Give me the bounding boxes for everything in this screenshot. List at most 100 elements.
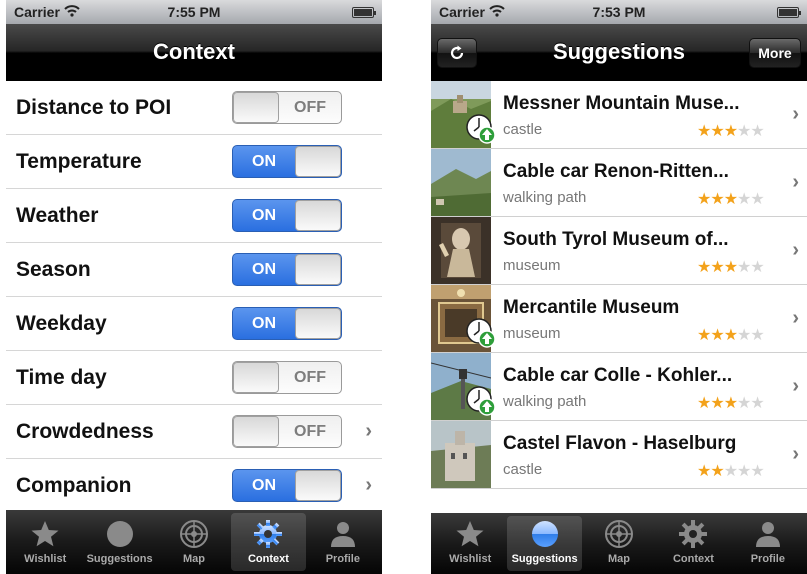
- toggle-knob: [233, 92, 279, 123]
- circle-icon: [104, 518, 136, 550]
- toggle-state-text: ON: [252, 260, 276, 278]
- star-filled-icon: ★: [723, 395, 738, 412]
- suggestion-row[interactable]: Messner Mountain Muse... castle ★★★★★ ›: [431, 81, 807, 149]
- tab-map[interactable]: Map: [582, 516, 656, 571]
- wifi-icon: [64, 4, 80, 20]
- context-settings-list: Distance to POI OFF Temperature ON Weather ON…: [6, 81, 382, 513]
- gear-icon: [252, 518, 284, 550]
- setting-label: Distance to POI: [16, 95, 172, 119]
- context-screen: Carrier 7:55 PM Context Distance to POI O…: [6, 0, 382, 574]
- toggle-knob: [295, 308, 341, 339]
- chevron-right-icon[interactable]: ›: [365, 420, 372, 443]
- star-rating: ★★★★★: [697, 257, 765, 277]
- carrier-label: Carrier: [14, 4, 60, 20]
- suggestion-category: castle: [503, 461, 543, 478]
- suggestion-title: Cable car Renon-Ritten...: [503, 161, 729, 182]
- star-empty-icon: ★: [737, 123, 751, 140]
- setting-row: Crowdedness OFF ›: [6, 405, 382, 459]
- star-empty-icon: ★: [737, 463, 751, 480]
- navigation-bar: Suggestions More: [431, 24, 807, 81]
- toggle-switch[interactable]: ON: [232, 145, 342, 178]
- radar-icon: [603, 518, 635, 550]
- suggestions-screen: Carrier 7:53 PM Suggestions More Messner…: [431, 0, 807, 574]
- star-rating: ★★★★★: [697, 189, 765, 209]
- status-bar: Carrier 7:53 PM: [431, 0, 807, 24]
- toggle-switch[interactable]: ON: [232, 199, 342, 232]
- tab-context[interactable]: Context: [656, 516, 730, 571]
- setting-row: Season ON: [6, 243, 382, 297]
- setting-label: Time day: [16, 365, 107, 389]
- refresh-icon: [450, 45, 464, 60]
- tab-map[interactable]: Map: [157, 513, 231, 571]
- more-button[interactable]: More: [749, 38, 801, 68]
- suggestion-row[interactable]: South Tyrol Museum of... museum ★★★★★ ›: [431, 217, 807, 285]
- suggestion-title: Mercantile Museum: [503, 297, 680, 318]
- chevron-right-icon: ›: [792, 171, 799, 193]
- person-icon: [752, 518, 784, 550]
- suggestion-category: museum: [503, 325, 561, 342]
- toggle-switch[interactable]: OFF: [232, 415, 342, 448]
- refresh-button[interactable]: [437, 38, 477, 68]
- chevron-right-icon[interactable]: ›: [365, 474, 372, 497]
- star-filled-icon: ★: [697, 463, 711, 480]
- suggestion-row[interactable]: Cable car Colle - Kohler... walking path ★…: [431, 353, 807, 421]
- suggestion-title: Castel Flavon - Haselburg: [503, 433, 737, 454]
- clock-arrow-badge-icon: [466, 318, 496, 348]
- toggle-switch[interactable]: OFF: [232, 91, 342, 124]
- suggestion-title: South Tyrol Museum of...: [503, 229, 729, 250]
- suggestion-category: museum: [503, 257, 561, 274]
- suggestion-row[interactable]: Mercantile Museum museum ★★★★★ ›: [431, 285, 807, 353]
- suggestion-thumbnail: [431, 149, 491, 216]
- star-icon: [454, 518, 486, 550]
- setting-label: Crowdedness: [16, 419, 154, 443]
- tab-profile[interactable]: Profile: [306, 513, 380, 571]
- toggle-knob: [295, 200, 341, 231]
- status-bar: Carrier 7:55 PM: [6, 0, 382, 24]
- tab-label: Wishlist: [449, 553, 492, 565]
- star-empty-icon: ★: [750, 123, 764, 140]
- chevron-right-icon: ›: [792, 239, 799, 261]
- tab-suggestions[interactable]: Suggestions: [82, 513, 156, 571]
- setting-row: Distance to POI OFF: [6, 81, 382, 135]
- toggle-state-text: ON: [252, 314, 276, 332]
- suggestion-category: walking path: [503, 393, 587, 410]
- star-empty-icon: ★: [750, 395, 764, 412]
- tab-label: Map: [183, 553, 206, 565]
- tab-label: Suggestions: [511, 553, 578, 565]
- person-icon: [327, 518, 359, 550]
- tab-context[interactable]: Context: [231, 513, 306, 571]
- tab-bar: Wishlist Suggestions Map Context Profile: [431, 513, 807, 574]
- suggestion-category: castle: [503, 121, 543, 138]
- tab-profile[interactable]: Profile: [731, 516, 805, 571]
- tab-suggestions[interactable]: Suggestions: [507, 516, 582, 571]
- toggle-state-text: ON: [252, 476, 276, 494]
- toggle-state-text: OFF: [294, 422, 326, 440]
- star-filled-icon: ★: [697, 327, 711, 344]
- toggle-switch[interactable]: ON: [232, 253, 342, 286]
- suggestion-row[interactable]: Cable car Renon-Ritten... walking path ★★★…: [431, 149, 807, 217]
- tab-wishlist[interactable]: Wishlist: [433, 516, 507, 571]
- tab-label: Context: [247, 553, 289, 565]
- toggle-state-text: OFF: [294, 98, 326, 116]
- setting-label: Companion: [16, 473, 132, 497]
- toggle-switch[interactable]: OFF: [232, 361, 342, 394]
- toggle-switch[interactable]: ON: [232, 307, 342, 340]
- chevron-right-icon: ›: [792, 375, 799, 397]
- tab-label: Profile: [325, 553, 360, 565]
- star-filled-icon: ★: [710, 327, 724, 344]
- star-rating: ★★★★★: [697, 461, 765, 481]
- chevron-right-icon: ›: [792, 307, 799, 329]
- star-filled-icon: ★: [723, 259, 738, 276]
- toggle-switch[interactable]: ON: [232, 469, 342, 502]
- suggestion-thumbnail: [431, 217, 491, 284]
- setting-label: Weather: [16, 203, 99, 227]
- star-empty-icon: ★: [750, 327, 764, 344]
- page-title: Suggestions: [552, 39, 685, 64]
- tab-bar: Wishlist Suggestions Map Context Profile: [6, 510, 382, 574]
- star-empty-icon: ★: [737, 191, 751, 208]
- toggle-knob: [233, 416, 279, 447]
- suggestion-row[interactable]: Castel Flavon - Haselburg castle ★★★★★ ›: [431, 421, 807, 489]
- toggle-state-text: OFF: [294, 368, 326, 386]
- tab-wishlist[interactable]: Wishlist: [8, 513, 82, 571]
- star-filled-icon: ★: [710, 395, 724, 412]
